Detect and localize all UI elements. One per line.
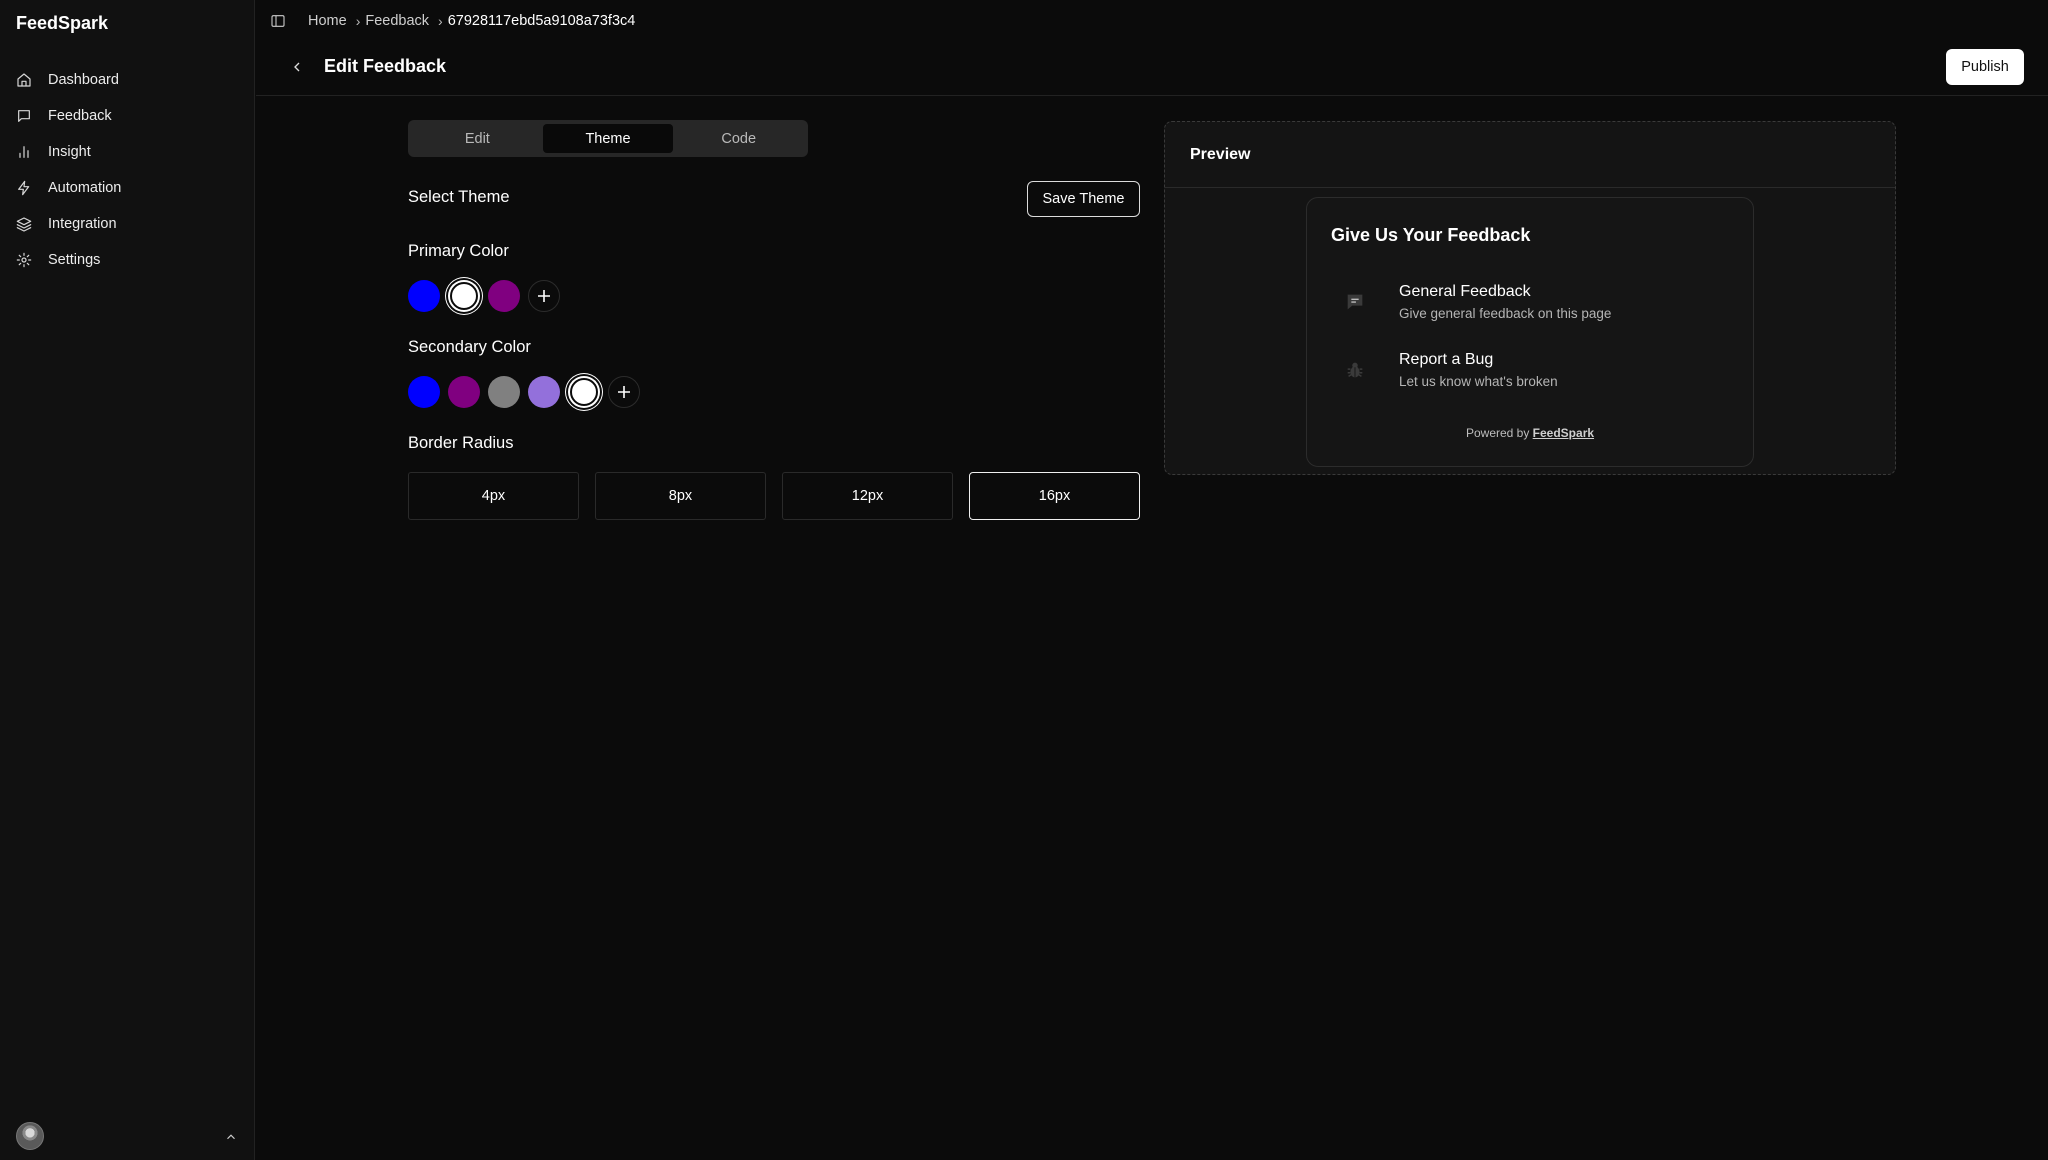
sidebar-item-label: Integration (48, 216, 117, 232)
sidebar-nav: Dashboard Feedback Insight Automation In… (0, 62, 255, 278)
primary-color-swatches (408, 280, 560, 312)
breadcrumb-feedback[interactable]: Feedback (365, 13, 429, 29)
chevron-right-icon: › (355, 13, 361, 29)
primary-swatch-purple[interactable] (488, 280, 520, 312)
secondary-swatch-white[interactable] (568, 376, 600, 408)
secondary-swatch-blue[interactable] (408, 376, 440, 408)
add-primary-color-button[interactable] (528, 280, 560, 312)
radius-option-4px[interactable]: 4px (408, 472, 579, 520)
chat-bubble-icon (1331, 276, 1379, 328)
option-title: General Feedback (1399, 283, 1531, 300)
sidebar-item-insight[interactable]: Insight (0, 134, 255, 170)
secondary-swatch-purple[interactable] (448, 376, 480, 408)
publish-button[interactable]: Publish (1946, 49, 2024, 85)
home-icon (16, 72, 32, 88)
radius-option-12px[interactable]: 12px (782, 472, 953, 520)
breadcrumb-current: 67928117ebd5a9108a73f3c4 (447, 13, 636, 29)
chevron-right-icon: › (438, 13, 443, 29)
secondary-color-label: Secondary Color (408, 338, 531, 356)
topbar: Home › Feedback › 67928117ebd5a9108a73f3… (256, 0, 2048, 44)
save-theme-button[interactable]: Save Theme (1027, 181, 1140, 217)
sidebar-item-settings[interactable]: Settings (0, 242, 255, 278)
app-logo[interactable]: FeedSpark (16, 13, 108, 34)
radius-option-16px[interactable]: 16px (969, 472, 1140, 520)
page-title: Edit Feedback (324, 56, 447, 76)
tab-theme[interactable]: Theme (542, 124, 674, 153)
border-radius-label: Border Radius (408, 434, 514, 452)
widget-title: Give Us Your Feedback (1331, 225, 1531, 245)
sidebar-item-label: Dashboard (48, 72, 119, 88)
option-description: Give general feedback on this page (1399, 306, 1612, 321)
primary-color-label: Primary Color (408, 242, 509, 260)
add-secondary-color-button[interactable] (608, 376, 640, 408)
secondary-color-swatches (408, 376, 640, 408)
sidebar-item-label: Feedback (48, 108, 112, 124)
sidebar-item-label: Automation (48, 180, 122, 196)
bar-chart-icon (16, 144, 32, 160)
plus-icon (538, 290, 550, 302)
gear-icon (16, 252, 32, 268)
powered-by-prefix: Powered by (1465, 426, 1533, 440)
radius-option-8px[interactable]: 8px (595, 472, 766, 520)
sidebar-toggle-icon[interactable] (270, 13, 286, 29)
message-square-icon (16, 108, 32, 124)
back-arrow-icon[interactable] (289, 59, 305, 75)
secondary-swatch-lavender[interactable] (528, 376, 560, 408)
report-bug-option[interactable]: Report a Bug Let us know what's broken (1331, 344, 1731, 396)
page-header: Edit Feedback Publish (256, 44, 2048, 96)
sidebar-item-label: Settings (48, 252, 101, 268)
layers-icon (16, 216, 32, 232)
option-description: Let us know what's broken (1399, 374, 1558, 389)
zap-icon (16, 180, 32, 196)
tab-code[interactable]: Code (673, 124, 804, 153)
preview-title: Preview (1190, 146, 1251, 163)
sidebar: FeedSpark Dashboard Feedback Insight Aut… (0, 0, 255, 1160)
sidebar-item-integration[interactable]: Integration (0, 206, 255, 242)
feedspark-link[interactable]: FeedSpark (1533, 426, 1594, 440)
powered-by: Powered by FeedSpark (1307, 426, 1753, 440)
breadcrumb: Home › Feedback › 67928117ebd5a9108a73f3… (308, 13, 635, 29)
sidebar-item-automation[interactable]: Automation (0, 170, 255, 206)
secondary-swatch-gray[interactable] (488, 376, 520, 408)
plus-icon (618, 386, 630, 398)
sidebar-item-dashboard[interactable]: Dashboard (0, 62, 255, 98)
sidebar-item-label: Insight (48, 144, 91, 160)
avatar[interactable] (16, 1122, 44, 1150)
primary-swatch-white[interactable] (448, 280, 480, 312)
primary-swatch-blue[interactable] (408, 280, 440, 312)
divider (1165, 187, 1895, 188)
general-feedback-option[interactable]: General Feedback Give general feedback o… (1331, 276, 1731, 328)
chevron-up-icon[interactable] (224, 1128, 238, 1142)
breadcrumb-home[interactable]: Home (308, 13, 347, 29)
option-title: Report a Bug (1399, 351, 1494, 368)
feedback-widget: Give Us Your Feedback General Feedback G… (1306, 197, 1754, 467)
preview-panel: Preview Give Us Your Feedback General Fe… (1164, 121, 1896, 475)
tab-edit[interactable]: Edit (412, 124, 543, 153)
border-radius-options: 4px 8px 12px 16px (408, 472, 1156, 520)
bug-icon (1331, 344, 1379, 396)
select-theme-label: Select Theme (408, 188, 510, 206)
editor-tabs: Edit Theme Code (408, 120, 808, 157)
sidebar-item-feedback[interactable]: Feedback (0, 98, 255, 134)
